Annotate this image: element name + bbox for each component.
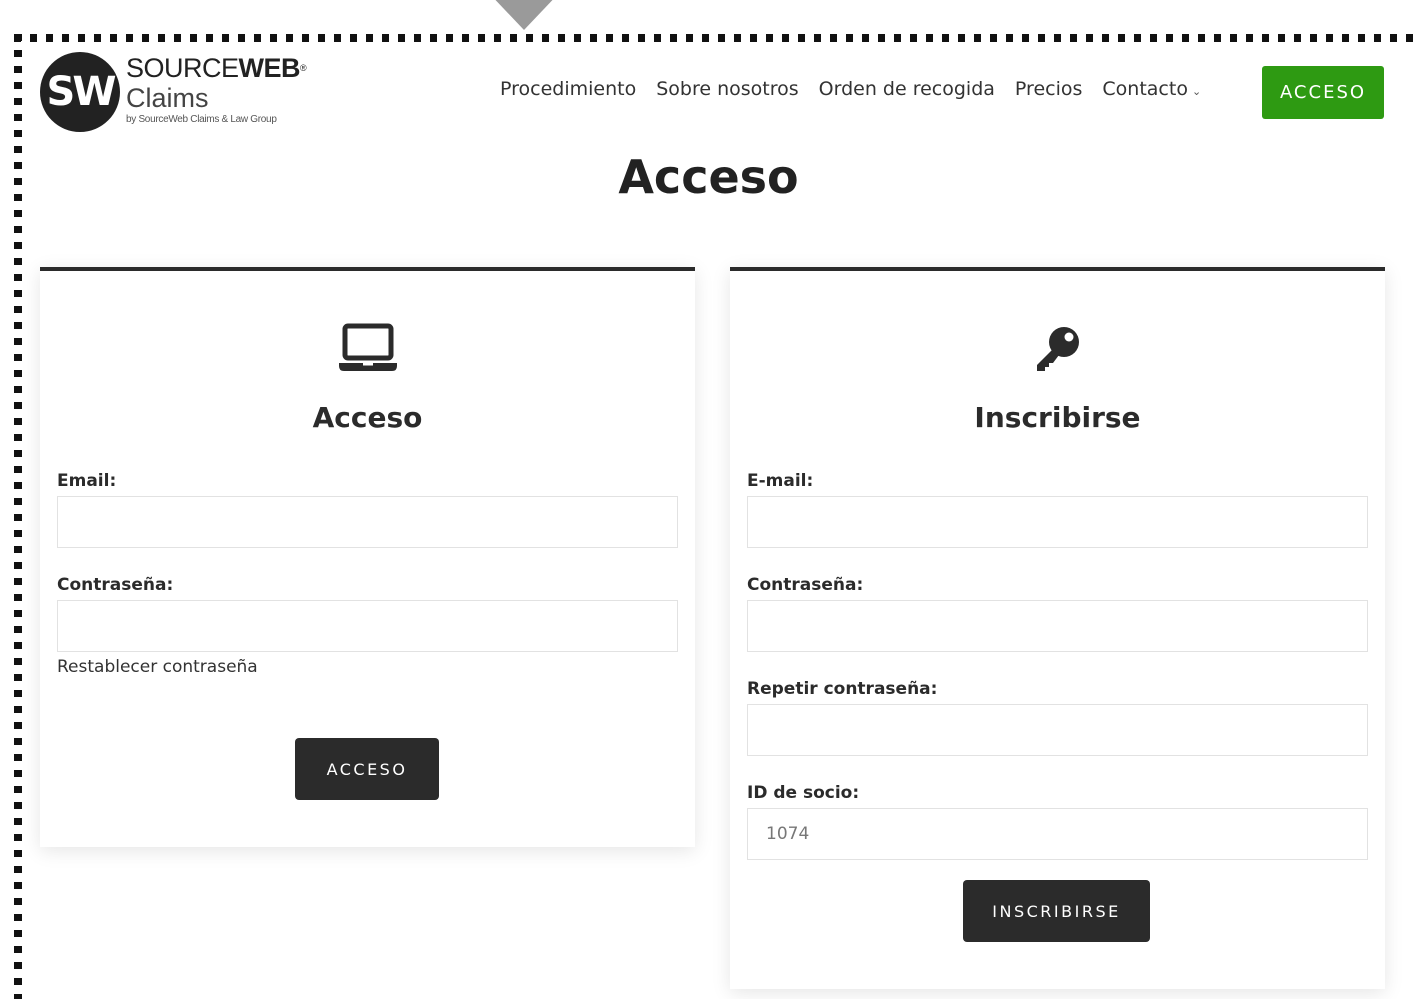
register-email-input[interactable] xyxy=(747,496,1368,548)
login-panel: Acceso Email: Contraseña: Restablecer co… xyxy=(40,267,695,847)
login-email-label: Email: xyxy=(57,471,117,491)
member-id-label: ID de socio: xyxy=(747,783,860,803)
main-navigation: Procedimiento Sobre nosotros Orden de re… xyxy=(500,78,1201,100)
login-password-input[interactable] xyxy=(57,600,678,652)
register-repeat-password-input[interactable] xyxy=(747,704,1368,756)
member-id-input[interactable] xyxy=(747,808,1368,860)
nav-item-sobre-nosotros[interactable]: Sobre nosotros xyxy=(656,78,798,100)
logo-brand-regular: SOURCE xyxy=(126,53,239,83)
nav-item-orden-de-recogida[interactable]: Orden de recogida xyxy=(819,78,995,100)
logo-brand-name: SOURCEWEB® xyxy=(126,52,307,84)
register-email-label: E-mail: xyxy=(747,471,814,491)
decorative-pointer-triangle xyxy=(486,0,562,30)
logo-tagline: by SourceWeb Claims & Law Group xyxy=(126,114,277,125)
register-password-input[interactable] xyxy=(747,600,1368,652)
chevron-down-icon: ⌄ xyxy=(1191,85,1202,98)
decorative-dotted-border-top xyxy=(14,34,1417,42)
site-logo[interactable]: SW SOURCEWEB® Claims by SourceWeb Claims… xyxy=(40,52,307,134)
login-password-label: Contraseña: xyxy=(57,575,174,595)
logo-registered-mark: ® xyxy=(300,63,307,73)
logo-mark: SW xyxy=(40,52,120,132)
reset-password-link[interactable]: Restablecer contraseña xyxy=(57,657,258,677)
nav-item-precios[interactable]: Precios xyxy=(1015,78,1082,100)
nav-item-contacto-label: Contacto xyxy=(1102,78,1188,100)
nav-item-procedimiento[interactable]: Procedimiento xyxy=(500,78,636,100)
nav-item-contacto[interactable]: Contacto ⌄ xyxy=(1102,78,1201,100)
page-title: Acceso xyxy=(618,150,799,204)
login-heading: Acceso xyxy=(312,401,423,434)
register-password-label: Contraseña: xyxy=(747,575,864,595)
header-login-button[interactable]: ACCESO xyxy=(1262,66,1384,119)
register-repeat-password-label: Repetir contraseña: xyxy=(747,679,938,699)
login-submit-button[interactable]: ACCESO xyxy=(295,738,439,800)
laptop-icon xyxy=(40,323,695,373)
logo-brand-bold: WEB xyxy=(238,53,301,83)
login-email-input[interactable] xyxy=(57,496,678,548)
register-panel: Inscribirse E-mail: Contraseña: Repetir … xyxy=(730,267,1385,989)
key-icon xyxy=(730,323,1385,373)
register-submit-button[interactable]: INSCRIBIRSE xyxy=(963,880,1150,942)
register-heading: Inscribirse xyxy=(974,401,1141,434)
logo-product-name: Claims xyxy=(126,83,209,113)
logo-text: SOURCEWEB® Claims by SourceWeb Claims & … xyxy=(126,52,307,125)
